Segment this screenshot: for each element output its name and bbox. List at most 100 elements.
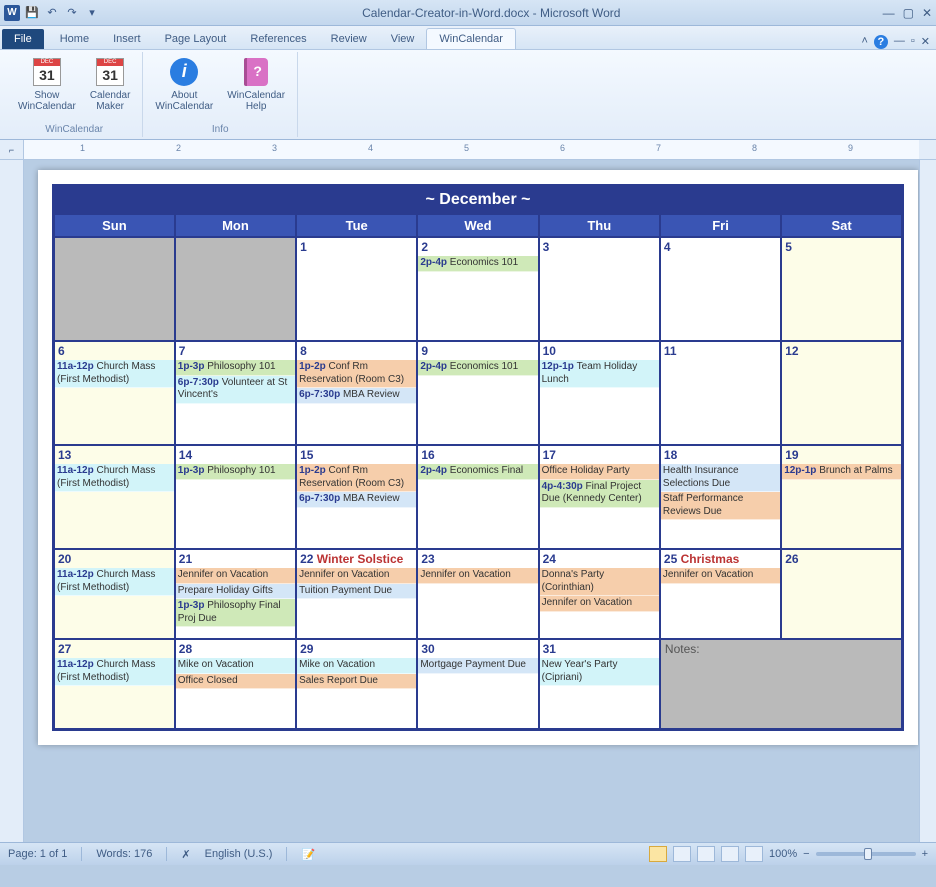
calendar-event[interactable]: Staff Performance Reviews Due [661,492,780,520]
maximize-icon[interactable]: ▢ [903,6,914,20]
calendar-cell[interactable]: 1 [296,237,417,341]
tab-page-layout[interactable]: Page Layout [153,29,239,49]
calendar-cell[interactable]: 151p-2p Conf Rm Reservation (Room C3)6p-… [296,445,417,549]
tab-view[interactable]: View [379,29,427,49]
doc-restore-icon[interactable]: ▫ [911,35,915,49]
calendar-cell[interactable]: 26 [781,549,902,639]
calendar-event[interactable]: 2p-4p Economics 101 [418,360,537,376]
calendar-event[interactable]: Donna's Party (Corinthian) [540,568,659,596]
calendar-event[interactable]: Jennifer on Vacation [176,568,295,584]
calendar-cell[interactable]: 71p-3p Philosophy 1016p-7:30p Volunteer … [175,341,296,445]
calendar-cell[interactable]: 3 [539,237,660,341]
zoom-level[interactable]: 100% [769,848,797,860]
calendar-cell[interactable]: 5 [781,237,902,341]
calendar-event[interactable]: Jennifer on Vacation [418,568,537,584]
calendar-cell[interactable]: 141p-3p Philosophy 101 [175,445,296,549]
calendar-event[interactable]: Health Insurance Selections Due [661,464,780,492]
view-full-screen-button[interactable] [673,846,691,862]
calendar-event[interactable]: 12p-1p Team Holiday Lunch [540,360,659,388]
tab-review[interactable]: Review [319,29,379,49]
close-icon[interactable]: ✕ [922,6,932,20]
tab-home[interactable]: Home [48,29,101,49]
calendar-maker-button[interactable]: DEC31 Calendar Maker [86,54,135,114]
doc-close-icon[interactable]: ✕ [921,35,930,49]
calendar-event[interactable]: Jennifer on Vacation [540,596,659,612]
status-words[interactable]: Words: 176 [96,848,152,860]
help-icon[interactable]: ? [874,35,888,49]
wincalendar-help-button[interactable]: ? WinCalendar Help [223,54,289,114]
calendar-event[interactable]: 6p-7:30p Volunteer at St Vincent's [176,376,295,404]
calendar-cell[interactable]: 11 [660,341,781,445]
save-icon[interactable]: 💾 [24,5,40,21]
calendar-event[interactable]: New Year's Party (Cipriani) [540,658,659,686]
calendar-cell[interactable]: Notes: [660,639,903,729]
calendar-event[interactable]: Jennifer on Vacation [297,568,416,584]
calendar-event[interactable]: 1p-3p Philosophy Final Proj Due [176,599,295,627]
zoom-slider[interactable] [816,852,916,856]
calendar-event[interactable]: Prepare Holiday Gifts [176,584,295,600]
calendar-cell[interactable]: 2711a-12p Church Mass (First Methodist) [54,639,175,729]
calendar-event[interactable]: 6p-7:30p MBA Review [297,388,416,404]
ruler-corner[interactable]: ⌐ [0,140,24,159]
calendar-event[interactable]: 12p-1p Brunch at Palms [782,464,901,480]
horizontal-ruler[interactable]: 123456789 [24,140,919,159]
vertical-scrollbar[interactable] [919,160,936,842]
calendar-event[interactable]: Tuition Payment Due [297,584,416,600]
calendar-cell[interactable] [175,237,296,341]
calendar-cell[interactable]: 92p-4p Economics 101 [417,341,538,445]
calendar-cell[interactable] [54,237,175,341]
calendar-cell[interactable]: 1912p-1p Brunch at Palms [781,445,902,549]
calendar-event[interactable]: 6p-7:30p MBA Review [297,492,416,508]
view-draft-button[interactable] [745,846,763,862]
doc-minimize-icon[interactable]: — [894,35,905,49]
status-page[interactable]: Page: 1 of 1 [8,848,67,860]
calendar-event[interactable]: 11a-12p Church Mass (First Methodist) [55,568,174,596]
calendar-event[interactable]: Office Closed [176,674,295,690]
calendar-cell[interactable]: 1012p-1p Team Holiday Lunch [539,341,660,445]
calendar-event[interactable]: 1p-3p Philosophy 101 [176,464,295,480]
undo-icon[interactable]: ↶ [44,5,60,21]
calendar-event[interactable]: 11a-12p Church Mass (First Methodist) [55,360,174,388]
calendar-event[interactable]: 4p-4:30p Final Project Due (Kennedy Cent… [540,480,659,508]
calendar-event[interactable]: Office Holiday Party [540,464,659,480]
calendar-cell[interactable]: 81p-2p Conf Rm Reservation (Room C3)6p-7… [296,341,417,445]
proofing-icon[interactable]: ✗ [181,848,190,861]
calendar-event[interactable]: Mike on Vacation [176,658,295,674]
calendar-cell[interactable]: 4 [660,237,781,341]
ribbon-minimize-icon[interactable]: ˄ [861,35,867,49]
qat-more-icon[interactable]: ▾ [84,5,100,21]
calendar-cell[interactable]: 2011a-12p Church Mass (First Methodist) [54,549,175,639]
vertical-ruler[interactable] [0,160,24,842]
view-outline-button[interactable] [721,846,739,862]
calendar-cell[interactable]: 22 Winter SolsticeJennifer on VacationTu… [296,549,417,639]
calendar-cell[interactable]: 31New Year's Party (Cipriani) [539,639,660,729]
calendar-cell[interactable]: 22p-4p Economics 101 [417,237,538,341]
calendar-cell[interactable]: 29Mike on VacationSales Report Due [296,639,417,729]
calendar-event[interactable]: 2p-4p Economics 101 [418,256,537,272]
view-web-layout-button[interactable] [697,846,715,862]
calendar-cell[interactable]: 28Mike on VacationOffice Closed [175,639,296,729]
calendar-event[interactable]: Sales Report Due [297,674,416,690]
tab-wincalendar[interactable]: WinCalendar [426,28,516,49]
view-print-layout-button[interactable] [649,846,667,862]
zoom-in-button[interactable]: + [922,848,928,860]
calendar-event[interactable]: Jennifer on Vacation [661,568,780,584]
calendar-cell[interactable]: 12 [781,341,902,445]
minimize-icon[interactable]: — [883,6,895,20]
calendar-event[interactable]: Mortgage Payment Due [418,658,537,674]
insert-mode-icon[interactable]: 📝 [301,848,315,861]
calendar-cell[interactable]: 23Jennifer on Vacation [417,549,538,639]
calendar-event[interactable]: 2p-4p Economics Final [418,464,537,480]
tab-insert[interactable]: Insert [101,29,153,49]
calendar-event[interactable]: 1p-2p Conf Rm Reservation (Room C3) [297,464,416,492]
status-language[interactable]: English (U.S.) [205,848,273,860]
calendar-cell[interactable]: 1311a-12p Church Mass (First Methodist) [54,445,175,549]
calendar-event[interactable]: 11a-12p Church Mass (First Methodist) [55,464,174,492]
tab-file[interactable]: File [2,29,44,49]
calendar-cell[interactable]: 30Mortgage Payment Due [417,639,538,729]
about-wincalendar-button[interactable]: i About WinCalendar [151,54,217,114]
calendar-event[interactable]: 1p-3p Philosophy 101 [176,360,295,376]
page-scroll[interactable]: ~ December ~ SunMonTueWedThuFriSat 122p-… [24,160,919,842]
calendar-cell[interactable]: 25 ChristmasJennifer on Vacation [660,549,781,639]
calendar-event[interactable]: 1p-2p Conf Rm Reservation (Room C3) [297,360,416,388]
